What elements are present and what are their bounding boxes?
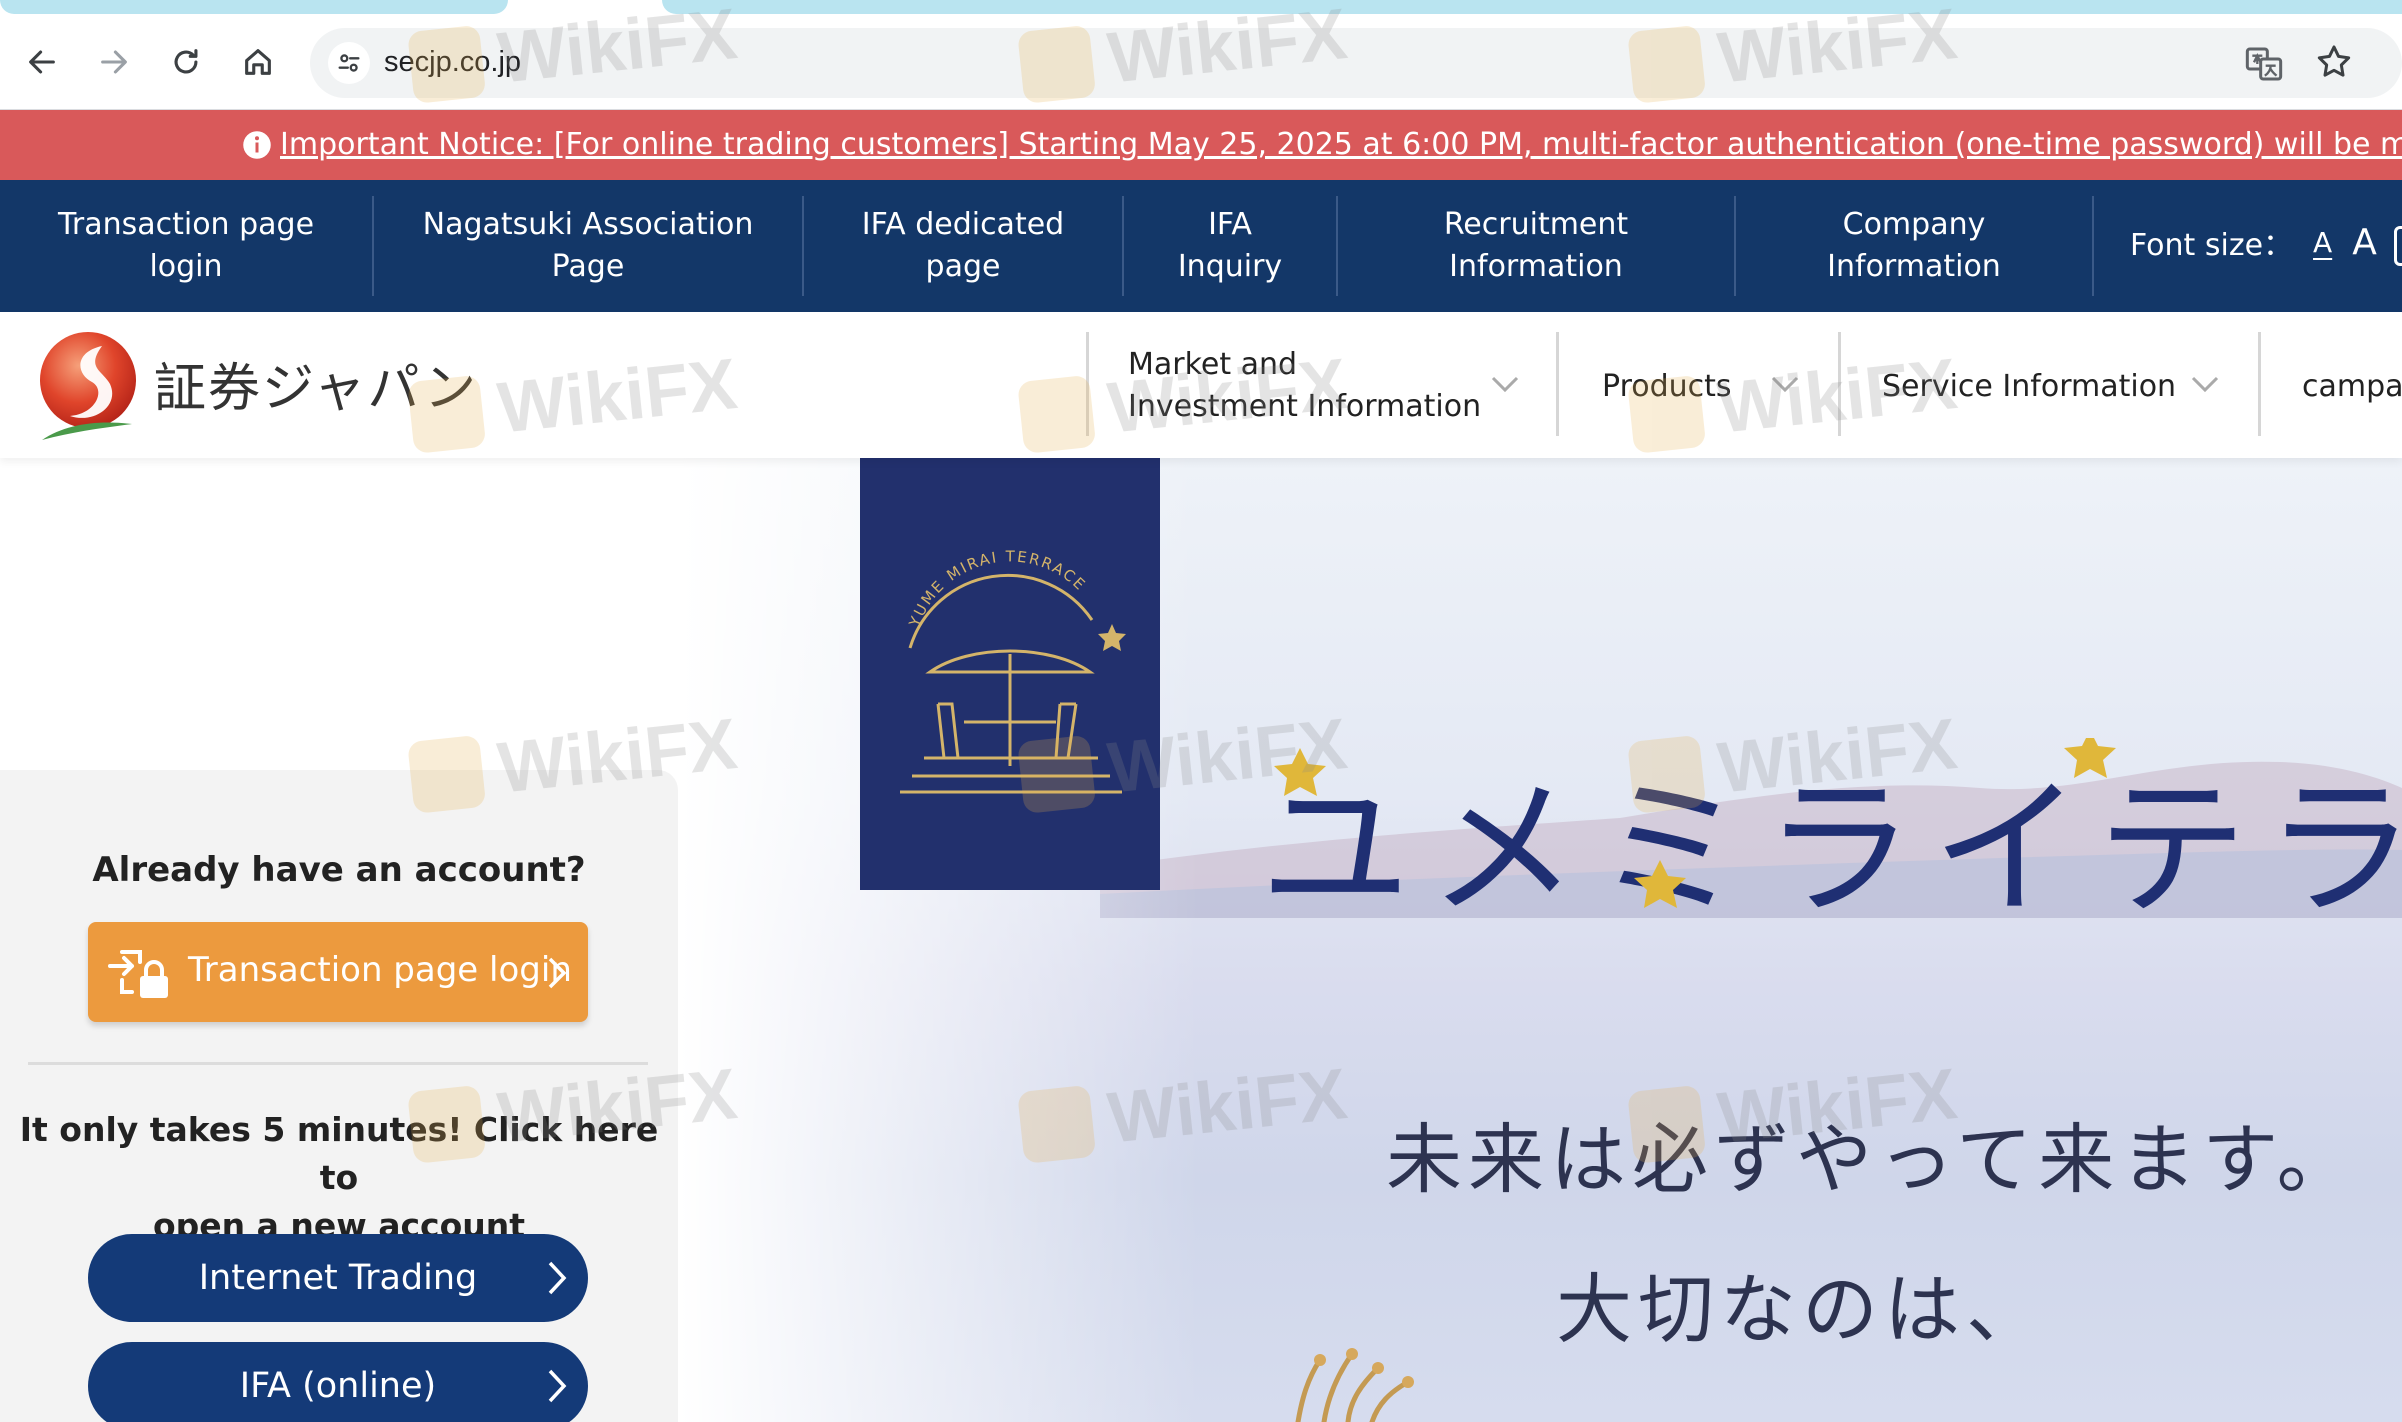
brand-name[interactable]: 証券ジャパン xyxy=(154,346,478,421)
account-heading: Already have an account? xyxy=(92,850,586,890)
transaction-login-label: Transaction page login xyxy=(188,950,572,990)
main-nav-market-info[interactable]: Market and Investment Information xyxy=(1128,344,1481,428)
bookmark-star-icon[interactable] xyxy=(2314,42,2354,82)
ifa-online-button[interactable]: IFA (online) xyxy=(88,1342,588,1422)
util-nav-company-info[interactable]: Company Information xyxy=(1736,196,2094,296)
font-size-label: Font size： xyxy=(2130,228,2294,263)
ifa-online-label: IFA (online) xyxy=(239,1366,437,1406)
back-icon[interactable] xyxy=(18,38,66,86)
internet-trading-label: Internet Trading xyxy=(198,1258,478,1298)
browser-tab-strip xyxy=(0,0,2402,16)
main-nav-service-info[interactable]: Service Information xyxy=(1882,366,2176,408)
util-nav-ifa-dedicated[interactable]: IFA dedicated page xyxy=(804,196,1124,296)
utility-nav: Transaction page login Nagatsuki Associat… xyxy=(0,180,2402,312)
browser-tab[interactable] xyxy=(662,0,2402,14)
chevron-down-icon[interactable] xyxy=(2190,374,2220,394)
nav-divider xyxy=(1086,332,1089,436)
new-account-promo: It only takes 5 minutes! Click here to o… xyxy=(19,1110,659,1245)
chevron-down-icon[interactable] xyxy=(1490,374,1520,394)
util-nav-transaction-login[interactable]: Transaction page login xyxy=(0,196,374,296)
main-header: 証券ジャパン Market and Investment Information… xyxy=(0,312,2402,458)
hero-tagline-2: 大切なのは、 xyxy=(1556,1265,2048,1354)
transaction-login-button[interactable]: Transaction page login xyxy=(88,922,588,1022)
util-nav-recruitment[interactable]: Recruitment Information xyxy=(1338,196,1736,296)
yume-mirai-terrace-emblem: YUME MIRAI TERRACE xyxy=(860,458,1160,890)
util-nav-overflow-button[interactable] xyxy=(2394,226,2402,266)
main-nav-campaign[interactable]: campai xyxy=(2302,366,2402,408)
chevron-right-icon xyxy=(548,1261,567,1295)
address-bar-url[interactable]: secjp.co.jp xyxy=(384,46,521,79)
home-icon[interactable] xyxy=(234,38,282,86)
browser-toolbar: secjp.co.jp xyxy=(0,16,2402,110)
nav-divider xyxy=(1838,332,1841,436)
main-nav-products[interactable]: Products xyxy=(1602,366,1732,408)
chevron-down-icon[interactable] xyxy=(1770,374,1800,394)
important-notice-banner[interactable]: Important Notice: [For online trading cu… xyxy=(0,110,2402,180)
hero-tagline-1: 未来は必ずやって来ます。 xyxy=(1386,1115,2359,1204)
notice-link[interactable]: Important Notice: [For online trading cu… xyxy=(280,127,2402,162)
font-size-control: Font size： A A xyxy=(2130,220,2377,264)
font-size-small-button[interactable]: A xyxy=(2313,226,2332,259)
translate-icon[interactable] xyxy=(2244,44,2284,84)
login-lock-icon xyxy=(108,950,168,998)
info-icon xyxy=(243,131,271,159)
hero-plant-decoration xyxy=(1295,1348,1414,1422)
site-info-icon[interactable] xyxy=(328,42,370,84)
reload-icon[interactable] xyxy=(162,38,210,86)
browser-tab[interactable] xyxy=(0,0,508,14)
chevron-right-icon xyxy=(548,1369,567,1403)
address-bar[interactable]: secjp.co.jp xyxy=(310,28,2402,98)
util-nav-ifa-inquiry[interactable]: IFA Inquiry xyxy=(1124,196,1338,296)
font-size-large-button[interactable]: A xyxy=(2352,222,2377,263)
hero-star-accents xyxy=(1274,738,2116,908)
internet-trading-button[interactable]: Internet Trading xyxy=(88,1234,588,1322)
util-nav-nagatsuki-page[interactable]: Nagatsuki Association Page xyxy=(374,196,804,296)
nav-divider xyxy=(2258,332,2261,436)
forward-icon[interactable] xyxy=(90,38,138,86)
account-panel: Already have an account? Transaction pag… xyxy=(0,770,678,1422)
panel-divider xyxy=(28,1062,648,1065)
company-logo-icon[interactable] xyxy=(36,328,140,444)
chevron-right-icon xyxy=(548,957,567,989)
nav-divider xyxy=(1556,332,1559,436)
